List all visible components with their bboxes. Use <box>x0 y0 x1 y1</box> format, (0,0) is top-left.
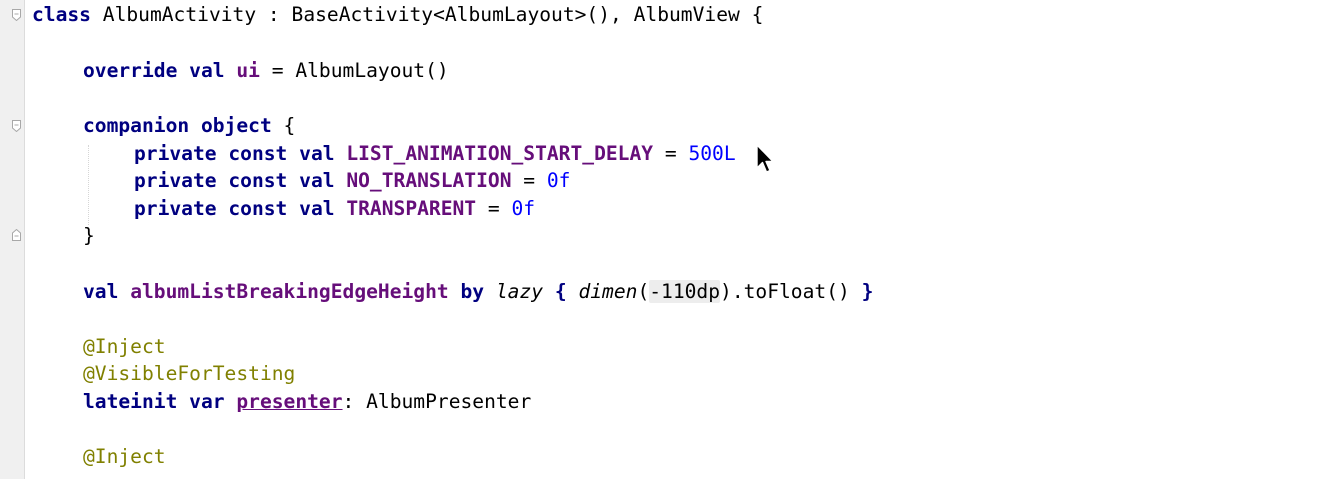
code-token: companion object <box>83 114 272 137</box>
code-token: TRANSPARENT <box>346 197 477 220</box>
code-token: ui <box>236 59 260 82</box>
fold-collapse-icon[interactable] <box>12 120 21 132</box>
code-token: lazy <box>495 280 544 303</box>
code-line: @Inject <box>83 443 166 471</box>
code-token: @Inject <box>83 445 166 468</box>
code-line: class AlbumActivity : BaseActivity<Album… <box>32 1 763 29</box>
code-token: @VisibleForTesting <box>83 362 296 385</box>
code-token: ( <box>637 280 650 303</box>
code-token: = <box>476 197 512 220</box>
code-line: val albumListBreakingEdgeHeight by lazy … <box>83 278 873 306</box>
fold-collapse-icon[interactable] <box>12 9 21 21</box>
code-token: private const val <box>134 142 335 165</box>
code-line: private const val TRANSPARENT = 0f <box>134 195 535 223</box>
code-token: : AlbumPresenter <box>342 390 532 413</box>
code-token: albumListBreakingEdgeHeight <box>130 280 449 303</box>
code-token: dimen <box>578 280 638 303</box>
code-token: AlbumActivity : BaseActivity<AlbumLayout… <box>90 3 764 26</box>
code-token: 0f <box>511 197 536 220</box>
code-line: companion object { <box>83 112 295 140</box>
code-token: { <box>554 280 567 303</box>
code-line: private const val LIST_ANIMATION_START_D… <box>134 140 736 168</box>
code-line: private const val NO_TRANSLATION = 0f <box>134 167 570 195</box>
code-token: 0f <box>546 169 571 192</box>
code-line: lateinit var presenter: AlbumPresenter <box>83 388 531 416</box>
code-token: = AlbumLayout() <box>259 59 449 82</box>
code-token: -110dp <box>649 280 721 303</box>
code-area[interactable]: class AlbumActivity : BaseActivity<Album… <box>32 0 1320 479</box>
code-token: private const val <box>134 197 335 220</box>
gutter-separator <box>24 0 25 479</box>
mouse-pointer-icon <box>756 144 774 173</box>
code-token: } <box>861 280 874 303</box>
code-token: NO_TRANSLATION <box>346 169 512 192</box>
code-token: private const val <box>134 169 335 192</box>
code-token: lateinit var <box>83 390 225 413</box>
code-token: = <box>511 169 547 192</box>
code-line: @VisibleForTesting <box>83 360 295 388</box>
code-token: override val <box>83 59 225 82</box>
code-token: LIST_ANIMATION_START_DELAY <box>346 142 654 165</box>
code-token: = <box>653 142 689 165</box>
code-line: @Inject <box>83 333 166 361</box>
code-line: } <box>83 222 95 250</box>
code-token: class <box>32 3 91 26</box>
code-editor[interactable]: class AlbumActivity : BaseActivity<Album… <box>0 0 1320 479</box>
code-token: 500L <box>688 142 736 165</box>
code-token: @Inject <box>83 335 166 358</box>
code-token: presenter <box>236 390 343 413</box>
fold-end-icon[interactable] <box>12 229 21 241</box>
code-line: override val ui = AlbumLayout() <box>83 57 449 85</box>
code-token: by <box>460 280 485 303</box>
code-token: { <box>271 114 296 137</box>
code-token: ).toFloat() <box>720 280 862 303</box>
code-token: val <box>83 280 119 303</box>
code-token: } <box>83 224 95 247</box>
